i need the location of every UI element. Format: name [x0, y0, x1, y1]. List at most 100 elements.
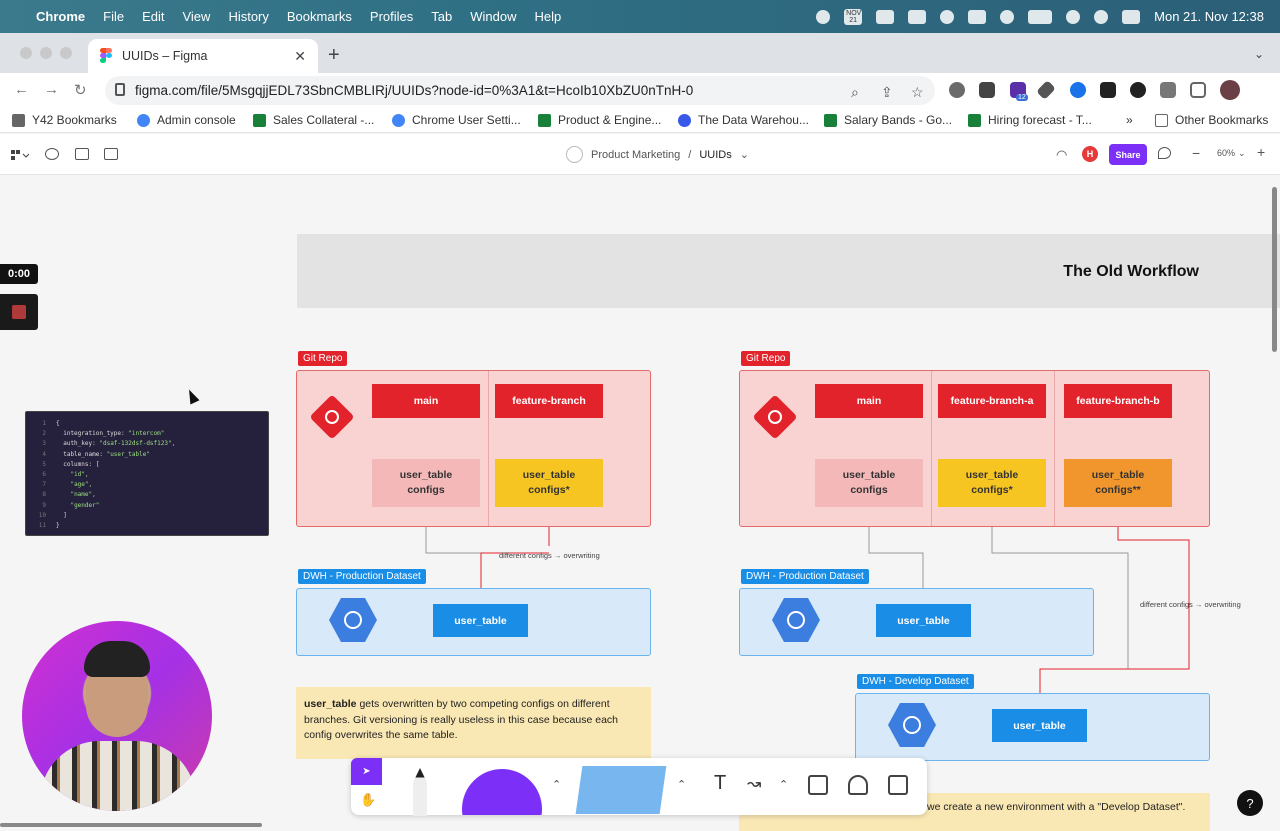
- profile-avatar[interactable]: [1220, 80, 1240, 100]
- layout-icon[interactable]: [104, 148, 118, 160]
- eyedropper-icon[interactable]: [1036, 80, 1056, 100]
- control-center-icon[interactable]: [1122, 9, 1141, 24]
- pen-tool-icon[interactable]: [413, 768, 427, 816]
- help-button[interactable]: ?: [1237, 790, 1263, 816]
- menu-app-name[interactable]: Chrome: [36, 9, 85, 24]
- bookmarks-overflow[interactable]: »: [1126, 113, 1133, 127]
- back-icon[interactable]: ←: [14, 81, 29, 98]
- forward-icon[interactable]: →: [44, 81, 59, 98]
- calendar-icon[interactable]: NOV 21: [844, 8, 863, 25]
- bookmark-other[interactable]: Other Bookmarks: [1155, 113, 1268, 127]
- new-tab-icon[interactable]: +: [328, 44, 340, 67]
- menu-file[interactable]: File: [103, 9, 124, 24]
- zoom-level[interactable]: 60%: [1217, 148, 1235, 158]
- bookmark-y42[interactable]: Y42 Bookmarks: [12, 113, 117, 127]
- extension-icon-2[interactable]: [979, 82, 995, 98]
- gear-icon[interactable]: [816, 9, 831, 24]
- user-avatar[interactable]: H: [1082, 146, 1098, 162]
- chevron-down-icon[interactable]: ⌄: [740, 148, 749, 161]
- sticky-note[interactable]: user_table gets overwritten by two compe…: [296, 687, 651, 759]
- assets-icon[interactable]: [75, 148, 89, 160]
- text-tool-icon[interactable]: T: [714, 772, 726, 795]
- keyboard-a-icon[interactable]: [968, 9, 987, 24]
- search-icon[interactable]: [1094, 9, 1109, 24]
- menu-profiles[interactable]: Profiles: [370, 9, 413, 24]
- menu-edit[interactable]: Edit: [142, 9, 164, 24]
- bookmark-product-engineering[interactable]: Product & Engine...: [538, 113, 661, 127]
- grid-icon[interactable]: [908, 9, 927, 24]
- address-bar[interactable]: figma.com/file/5MsgqjjEDL73SbnCMBLIRj/UU…: [105, 76, 935, 105]
- bookmark-chrome-user-settings[interactable]: Chrome User Setti...: [392, 113, 521, 127]
- branch-main[interactable]: main: [372, 384, 480, 418]
- side-panel-icon[interactable]: [1190, 82, 1206, 98]
- config-feature-a[interactable]: user_table configs*: [938, 459, 1046, 507]
- menu-history[interactable]: History: [228, 9, 268, 24]
- lock-icon[interactable]: [115, 83, 125, 96]
- menu-view[interactable]: View: [182, 9, 210, 24]
- menu-tab[interactable]: Tab: [431, 9, 452, 24]
- user-table[interactable]: user_table: [433, 604, 528, 637]
- menu-bookmarks[interactable]: Bookmarks: [287, 9, 352, 24]
- bookmark-hiring-forecast[interactable]: Hiring forecast - T...: [968, 113, 1092, 127]
- extension-icon-1[interactable]: [949, 82, 965, 98]
- chevron-up-icon[interactable]: ⌃: [552, 778, 561, 791]
- headphones-icon[interactable]: ◠: [1056, 147, 1067, 163]
- stamp-tool-icon[interactable]: [848, 775, 868, 795]
- chevron-up-icon[interactable]: ⌃: [677, 778, 686, 791]
- move-tool-icon[interactable]: ➤: [351, 758, 382, 785]
- battery-icon[interactable]: [1028, 9, 1053, 24]
- wifi-icon[interactable]: [1066, 9, 1081, 24]
- bookmark-data-warehouse[interactable]: The Data Warehou...: [678, 113, 809, 127]
- config-main[interactable]: user_table configs: [372, 459, 480, 507]
- bookmark-sales-collateral[interactable]: Sales Collateral -...: [253, 113, 374, 127]
- share-button[interactable]: Share: [1109, 144, 1147, 165]
- vertical-scrollbar[interactable]: [1272, 187, 1277, 352]
- breadcrumb-file[interactable]: UUIDs: [699, 149, 731, 161]
- puzzle-icon[interactable]: [1160, 82, 1176, 98]
- butterfly-icon[interactable]: [876, 9, 895, 24]
- figma-menu-icon[interactable]: [9, 148, 30, 160]
- branch-feature[interactable]: feature-branch: [495, 384, 603, 418]
- config-main[interactable]: user_table configs: [815, 459, 923, 507]
- chevron-down-icon[interactable]: ⌄: [1238, 148, 1246, 159]
- config-feature-b[interactable]: user_table configs**: [1064, 459, 1172, 507]
- sticky-note-tool-icon[interactable]: [575, 766, 667, 814]
- widgets-tool-icon[interactable]: [888, 775, 908, 795]
- zoom-out-icon[interactable]: −: [1192, 145, 1200, 161]
- zoom-magnifier-icon[interactable]: ⌕: [851, 84, 859, 101]
- user-table[interactable]: user_table: [992, 709, 1087, 742]
- config-feature[interactable]: user_table configs*: [495, 459, 603, 507]
- url-text[interactable]: figma.com/file/5MsgqjjEDL73SbnCMBLIRj/UU…: [135, 83, 693, 98]
- timer-icon[interactable]: [45, 148, 59, 160]
- share-page-icon[interactable]: ⇪: [881, 84, 893, 101]
- extension-icon-3[interactable]: [1070, 82, 1086, 98]
- tab-figma[interactable]: UUIDs – Figma ✕: [88, 39, 318, 73]
- bookmark-salary-bands[interactable]: Salary Bands - Go...: [824, 113, 952, 127]
- breadcrumb-team[interactable]: Product Marketing: [591, 149, 680, 161]
- extension-icon-4[interactable]: [1100, 82, 1116, 98]
- user-table[interactable]: user_table: [876, 604, 971, 637]
- horizontal-scrollbar[interactable]: [0, 823, 262, 827]
- shape-tool-icon[interactable]: [462, 769, 542, 815]
- bookmark-admin-console[interactable]: Admin console: [137, 113, 236, 127]
- figma-canvas[interactable]: The Old Workflow 0:00 1{ 2 integration_t…: [0, 175, 1280, 831]
- menu-help[interactable]: Help: [535, 9, 562, 24]
- moon-icon[interactable]: [1000, 9, 1015, 24]
- menu-window[interactable]: Window: [470, 9, 516, 24]
- chevron-up-icon[interactable]: ⌃: [779, 778, 788, 791]
- extension-icon-5[interactable]: [1130, 82, 1146, 98]
- branch-feature-b[interactable]: feature-branch-b: [1064, 384, 1172, 418]
- hand-tool-icon[interactable]: ✋: [360, 792, 376, 808]
- circle-icon[interactable]: [940, 9, 955, 24]
- team-avatar[interactable]: [566, 146, 583, 163]
- branch-main[interactable]: main: [815, 384, 923, 418]
- reload-icon[interactable]: ↻: [74, 81, 87, 99]
- menu-clock[interactable]: Mon 21. Nov 12:38: [1154, 9, 1264, 24]
- bookmark-star-icon[interactable]: ☆: [911, 84, 924, 101]
- minimize-window-icon[interactable]: [40, 47, 52, 59]
- close-window-icon[interactable]: [20, 47, 32, 59]
- branch-feature-a[interactable]: feature-branch-a: [938, 384, 1046, 418]
- comment-icon[interactable]: [1158, 147, 1171, 159]
- close-tab-icon[interactable]: ✕: [294, 48, 306, 65]
- connector-tool-icon[interactable]: ↝: [747, 774, 761, 794]
